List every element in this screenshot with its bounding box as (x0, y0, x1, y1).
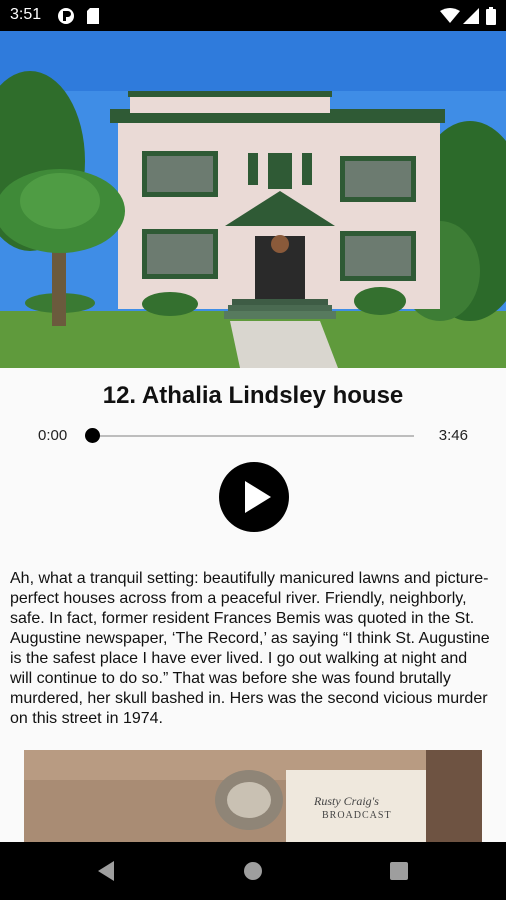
hero-house-image (0, 31, 506, 368)
battery-icon (486, 7, 496, 30)
play-button[interactable] (219, 462, 289, 532)
archive-photo-caption-line1: Rusty Craig's (314, 794, 379, 808)
total-time: 3:46 (438, 427, 468, 444)
sd-card-icon (86, 7, 100, 30)
app-notification-icon (57, 7, 75, 30)
seek-bar-track[interactable] (92, 435, 414, 437)
archive-photo: Rusty Craig's BROADCAST (24, 750, 482, 842)
recents-icon[interactable] (386, 858, 412, 884)
description-text: Ah, what a tranquil setting: beautifully… (10, 570, 490, 727)
back-icon[interactable] (94, 858, 120, 884)
navigation-bar (0, 842, 506, 900)
stop-title: 12. Athalia Lindsley house (102, 382, 404, 409)
archive-photo-caption-line2: BROADCAST (322, 810, 392, 821)
cellular-signal-icon (463, 8, 479, 29)
status-bar: 3:51 (0, 0, 506, 31)
current-time: 0:00 (38, 427, 68, 444)
status-time: 3:51 (10, 6, 42, 23)
seek-bar-thumb[interactable] (85, 428, 100, 443)
home-icon[interactable] (240, 858, 266, 884)
play-icon (245, 481, 271, 513)
wifi-icon (440, 8, 460, 29)
